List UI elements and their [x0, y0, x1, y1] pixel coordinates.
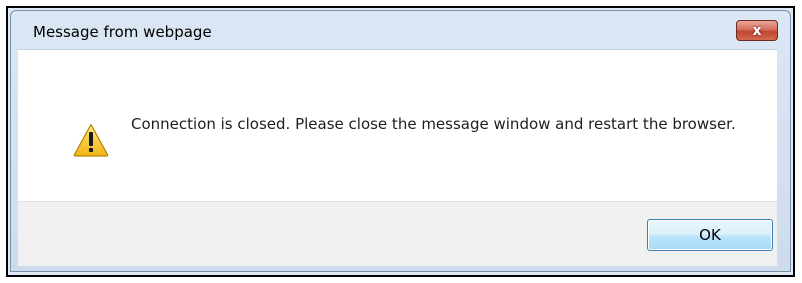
- warning-icon: [73, 123, 109, 157]
- button-bar: OK: [18, 201, 777, 266]
- message-dialog: Message from webpage x Connection is clo…: [10, 10, 791, 272]
- message-text: Connection is closed. Please close the m…: [131, 115, 736, 133]
- title-bar[interactable]: Message from webpage x: [11, 11, 790, 49]
- dialog-title: Message from webpage: [33, 23, 212, 41]
- close-icon: x: [752, 22, 762, 39]
- close-button[interactable]: x: [736, 20, 778, 41]
- message-content: Connection is closed. Please close the m…: [18, 49, 777, 202]
- ok-button[interactable]: OK: [647, 219, 773, 251]
